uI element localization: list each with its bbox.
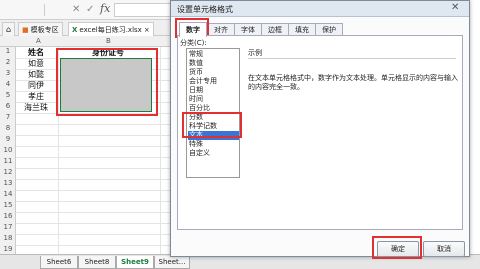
sheet-tab[interactable]: Sheet... [154,256,190,269]
category-label: 分类(C): [180,39,207,47]
excel-file-icon: X [72,25,78,34]
grid-line [16,124,176,125]
category-item[interactable]: 常规 [188,50,239,59]
row-header[interactable]: 9 [0,135,16,143]
row-header[interactable]: 10 [0,146,16,154]
category-item[interactable]: 自定义 [188,149,239,158]
row-header[interactable]: 3 [0,69,16,77]
name-cell[interactable]: 同伊 [28,80,44,91]
grid-line [16,146,176,147]
template-tab[interactable]: ■ 模板专区 [18,22,63,36]
formula-divider [44,4,45,16]
dialog-close-icon[interactable]: ✕ [451,2,459,13]
row-header[interactable]: 4 [0,80,16,88]
column-header-a[interactable]: A [36,37,41,45]
format-description: 在文本单元格格式中，数字作为文本处理。单元格显示的内容与输入的内容完全一致。 [248,74,458,91]
row-header[interactable]: 1 [0,47,16,55]
cancel-button[interactable]: 取消 [423,241,465,257]
name-cell[interactable]: 孝庄 [28,91,44,102]
confirm-entry-icon[interactable]: ✓ [86,4,94,15]
row-header[interactable]: 17 [0,223,16,231]
close-tab-icon[interactable]: × [144,26,150,34]
file-tab[interactable]: X excel每日练习.xlsx × [68,22,154,36]
row-header[interactable]: 19 [0,245,16,253]
name-cell[interactable]: 海兰珠 [24,102,48,113]
highlight-box-ok [372,236,422,259]
row-header[interactable]: 8 [0,124,16,132]
dialog-title-bar: 设置单元格格式 ✕ [171,1,469,17]
row-header[interactable]: 12 [0,168,16,176]
cancel-entry-icon[interactable]: ✕ [72,4,80,15]
row-header[interactable]: 5 [0,91,16,99]
grid-line [16,245,176,246]
grid-line [16,168,176,169]
dialog-title: 设置单元格格式 [177,5,233,14]
row-header[interactable]: 11 [0,157,16,165]
grid-line [16,157,176,158]
category-item[interactable]: 会计专用 [188,77,239,86]
category-item[interactable]: 时间 [188,95,239,104]
grid-line [16,190,176,191]
grid-line [16,223,176,224]
highlight-box-selection [56,48,158,116]
grid-line [16,212,176,213]
grid-line [16,179,176,180]
template-tab-label: 模板专区 [30,25,59,34]
template-icon: ■ [22,25,29,34]
row-header[interactable]: 15 [0,201,16,209]
row-header[interactable]: 2 [0,58,16,66]
category-item[interactable]: 特殊 [188,140,239,149]
home-icon: ⌂ [6,25,12,34]
row-header[interactable]: 14 [0,190,16,198]
name-cell[interactable]: 如懿 [28,69,44,80]
name-cell[interactable]: 如意 [28,58,44,69]
home-tab[interactable]: ⌂ [2,22,16,36]
column-headers: A B [0,36,176,47]
highlight-box-text-category [182,112,242,138]
header-cell-name[interactable]: 姓名 [28,47,44,58]
row-header[interactable]: 7 [0,113,16,121]
sample-label: 示例 [248,49,262,57]
file-tab-label: excel每日练习.xlsx [79,25,142,34]
sheet-tab[interactable]: Sheet6 [40,256,78,269]
row-header[interactable]: 18 [0,234,16,242]
formula-input[interactable] [114,3,174,17]
grid-line [16,201,176,202]
row-header[interactable]: 16 [0,212,16,220]
row-headers: 1 2 3 4 5 6 7 8 9 10 11 12 13 14 15 16 1… [0,47,16,254]
formula-bar: ✕ ✓ fx [0,0,176,20]
grid-line [16,234,176,235]
sheet-tab[interactable]: Sheet8 [78,256,116,269]
row-header[interactable]: 13 [0,179,16,187]
category-item[interactable]: 日期 [188,86,239,95]
workbook-tab-bar: ⌂ ■ 模板专区 X excel每日练习.xlsx × [0,20,176,36]
grid-line [16,135,176,136]
category-item[interactable]: 货币 [188,68,239,77]
function-icon[interactable]: fx [100,2,110,15]
column-header-b[interactable]: B [106,37,111,45]
sheet-tab-active[interactable]: Sheet9 [116,256,154,269]
category-item[interactable]: 数值 [188,59,239,68]
format-cells-dialog: 设置单元格格式 ✕ 数字 对齐 字体 边框 填充 保护 分类(C): 常规 数值… [170,0,470,259]
number-tab-panel: 分类(C): 常规 数值 货币 会计专用 日期 时间 百分比 分数 科学记数 文… [177,35,463,230]
sample-divider [248,58,456,59]
row-header[interactable]: 6 [0,102,16,110]
tab-number[interactable]: 数字 [179,22,207,37]
